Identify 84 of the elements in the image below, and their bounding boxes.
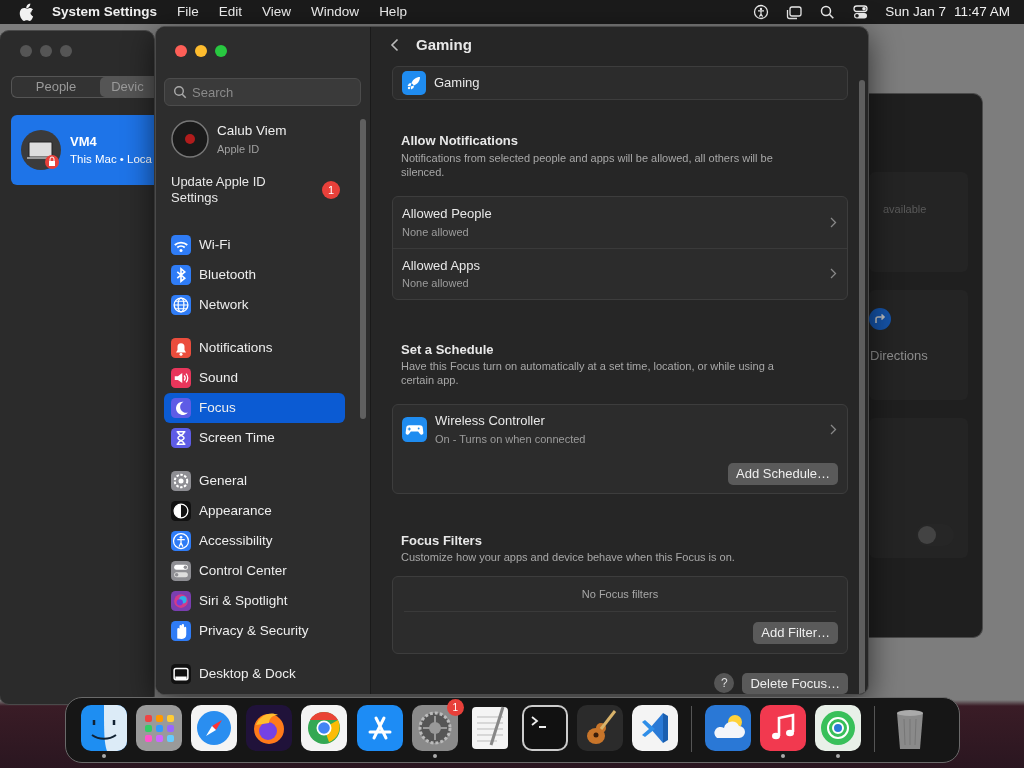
sidebar-item[interactable]: General: [164, 466, 345, 496]
account-row[interactable]: Calub Viem Apple ID: [164, 118, 362, 160]
laptop-icon: [20, 129, 62, 171]
empty-message: No Focus filters: [404, 577, 836, 612]
flame-globe-icon[interactable]: [246, 705, 293, 751]
guitar-icon[interactable]: [577, 705, 624, 751]
sidebar-item[interactable]: Sound: [164, 363, 345, 393]
app-menu[interactable]: System Settings: [42, 1, 168, 23]
search-icon: [173, 85, 187, 99]
control-center-icon[interactable]: [852, 3, 870, 21]
sidebar-item[interactable]: Control Center: [164, 556, 345, 586]
chevron-icon[interactable]: [830, 216, 837, 228]
directions-label: Directions: [870, 347, 928, 365]
sidebar-item[interactable]: Wi-Fi: [164, 230, 345, 260]
device-row[interactable]: VM4 This Mac • Loca: [11, 115, 154, 185]
rocket-icon: [402, 71, 426, 96]
row-title: Allowed People: [402, 205, 492, 223]
focus-name: Gaming: [434, 74, 480, 93]
add-filter-button[interactable]: Add Filter…: [753, 622, 838, 644]
accessibility-icon[interactable]: [753, 3, 771, 21]
page-title: Gaming: [416, 34, 472, 55]
menu-item[interactable]: Window: [301, 1, 370, 23]
segment-tab[interactable]: People: [12, 77, 100, 97]
help-button[interactable]: ?: [714, 673, 735, 694]
menu-bar-date[interactable]: Sun Jan 7: [885, 1, 946, 23]
smiley-icon[interactable]: [80, 705, 127, 751]
section-description: Notifications from selected people and apps will be allowed, all others will be silenced.: [400, 150, 774, 179]
gear-icon[interactable]: [411, 705, 458, 751]
device-name: VM4: [70, 132, 98, 151]
music-note-icon[interactable]: [759, 705, 806, 751]
sidebar-item[interactable]: Focus: [164, 393, 345, 423]
sidebar-item[interactable]: Appearance: [164, 496, 345, 526]
windows-icon[interactable]: [786, 3, 804, 21]
notification-badge: 1: [322, 181, 340, 199]
gamepad-icon: [402, 416, 427, 442]
sidebar-item[interactable]: Siri & Spotlight: [164, 586, 345, 616]
device-detail: This Mac • Loca: [70, 152, 152, 168]
account-name: Calub Viem: [217, 121, 287, 140]
back-chevron-icon[interactable]: [390, 38, 400, 53]
sidebar-item[interactable]: Privacy & Security: [164, 616, 345, 646]
section-title: Focus Filters: [400, 531, 483, 550]
minimize-button[interactable]: [195, 45, 207, 57]
code-icon[interactable]: [632, 705, 679, 751]
zoom-button[interactable]: [215, 45, 227, 57]
section-title: Set a Schedule: [400, 340, 495, 359]
close-button[interactable]: [175, 45, 187, 57]
app-grid-icon[interactable]: [135, 705, 182, 751]
section-description: Customize how your apps and device behave when this Focus is on.: [400, 550, 736, 564]
menu-item[interactable]: File: [167, 1, 209, 23]
row-title: Wireless Controller: [435, 412, 546, 430]
apple-logo-icon[interactable]: [18, 3, 34, 21]
ring-icon[interactable]: [301, 705, 348, 751]
terminal-icon[interactable]: [522, 705, 569, 751]
sidebar-item[interactable]: Desktop & Dock: [164, 659, 345, 689]
delete-focus-button[interactable]: Delete Focus…: [742, 672, 848, 694]
row-title: Allowed Apps: [402, 256, 481, 275]
cloud-icon[interactable]: [704, 705, 751, 751]
chevron-icon[interactable]: [830, 268, 837, 279]
search-field[interactable]: Search: [164, 78, 361, 106]
radar-icon[interactable]: [815, 705, 862, 751]
menu-bar-time[interactable]: 11:47 AM: [953, 1, 1010, 23]
account-subtitle: Apple ID: [217, 141, 261, 157]
section-description: Have this Focus turn on automatically at a set time, location, or while using a certain app.: [400, 359, 775, 387]
section-title: Allow Notifications: [400, 132, 519, 150]
sidebar-item[interactable]: Notifications: [164, 333, 345, 363]
menu-item[interactable]: View: [252, 1, 302, 23]
list-row[interactable]: Wireless Controller On - Turns on when connected: [393, 405, 847, 453]
chevron-icon[interactable]: [830, 423, 837, 435]
avatar-icon: [171, 120, 209, 158]
menu-item[interactable]: Help: [369, 1, 417, 23]
sidebar-item[interactable]: Accessibility: [164, 526, 345, 556]
add-schedule-button[interactable]: Add Schedule…: [728, 463, 838, 485]
sidebar-item[interactable]: Bluetooth: [164, 260, 345, 290]
list-row[interactable]: Allowed People None allowed: [393, 196, 847, 248]
row-subtitle: None allowed: [402, 224, 470, 240]
row-subtitle: On - Turns on when connected: [435, 431, 587, 447]
row-subtitle: None allowed: [402, 276, 470, 291]
compass-icon[interactable]: [190, 705, 237, 751]
sidebar-item[interactable]: Network: [164, 290, 345, 320]
search-icon[interactable]: [819, 3, 837, 21]
update-link[interactable]: Update Apple ID Settings: [171, 174, 281, 206]
menu-item[interactable]: Edit: [208, 1, 253, 23]
sidebar-item[interactable]: Screen Time: [164, 423, 345, 453]
list-row[interactable]: Allowed Apps None allowed: [393, 247, 847, 299]
